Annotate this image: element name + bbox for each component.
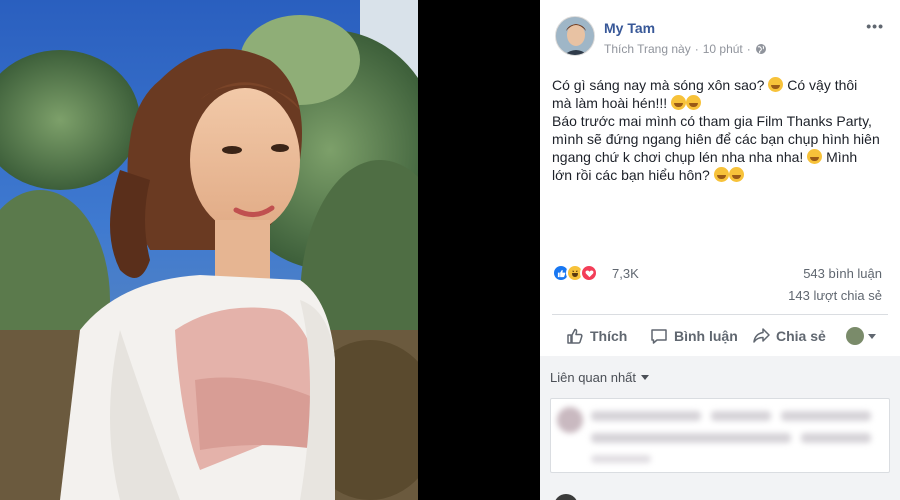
post-text-line: Có vậy thôi [787,77,858,93]
like-button[interactable]: Thích [566,327,627,345]
blurred-comment [550,398,890,473]
post-time[interactable]: 10 phút [703,42,743,56]
post-text-line: ngang chứ k chơi chụp lén nha nha nha! [552,149,804,165]
like-page-link[interactable]: Thích Trang này [604,42,691,56]
chevron-down-icon [868,333,876,339]
post-panel: My Tam Thích Trang này · 10 phút · ••• C… [540,0,900,500]
reaction-icons[interactable] [552,264,598,282]
post-text-line: Mình [826,149,858,165]
post-text-line: mình sẽ đứng ngang hiên để các bạn chụp … [552,131,880,147]
wink-emoji-icon [671,95,687,110]
meta-separator: · [746,42,751,56]
grin-emoji-icon [713,167,729,182]
comment-label: Bình luận [674,328,738,344]
comment-button[interactable]: Bình luận [650,327,738,345]
post-text-line: mà làm hoài hén!!! [552,95,668,111]
comments-section: Liên quan nhất [540,356,900,500]
globe-icon [755,44,766,54]
post-text-line: Báo trước mai mình có tham gia Film Than… [552,113,872,129]
more-options-icon[interactable]: ••• [866,18,884,34]
meta-separator: · [694,42,699,56]
comment-sort-dropdown[interactable]: Liên quan nhất [550,370,650,385]
author-avatar[interactable] [555,16,595,56]
comment-count[interactable]: 543 bình luận [803,266,882,281]
grin-emoji-icon [807,149,823,164]
reactions-summary: 7,3K 543 bình luận [552,263,888,283]
action-bar: Thích Bình luận Chia sẻ [552,320,888,352]
blurred-comment-content [551,399,889,472]
post-text: Có gì sáng nay mà sóng xôn sao? Có vậy t… [552,76,888,184]
post-header: My Tam Thích Trang này · 10 phút · ••• [540,0,900,70]
like-label: Thích [590,328,628,344]
comment-icon [651,329,667,344]
post-meta: Thích Trang này · 10 phút · [604,42,767,56]
commenter-avatar[interactable] [554,494,578,500]
share-count[interactable]: 143 lượt chia sẻ [788,288,882,303]
grin-emoji-icon [768,77,784,92]
post-text-line: lớn rồi các bạn hiểu hôn? [552,167,710,183]
share-button[interactable]: Chia sẻ [752,327,826,345]
post-text-line: Có gì sáng nay mà sóng xôn sao? [552,77,765,93]
thumbs-up-icon [567,328,583,344]
photo-viewer [0,0,540,500]
page-avatar-icon [846,327,864,345]
grin-emoji-icon [728,167,744,182]
love-icon [580,264,598,282]
chevron-down-icon [641,375,650,380]
divider [552,314,888,315]
share-icon [753,328,770,343]
share-label: Chia sẻ [776,328,826,344]
audience-selector[interactable] [846,327,876,345]
grin-emoji-icon [686,95,702,110]
comment-sort-label: Liên quan nhất [550,370,637,385]
post-photo[interactable] [0,0,418,500]
reaction-count[interactable]: 7,3K [612,266,639,281]
author-name[interactable]: My Tam [604,20,655,36]
